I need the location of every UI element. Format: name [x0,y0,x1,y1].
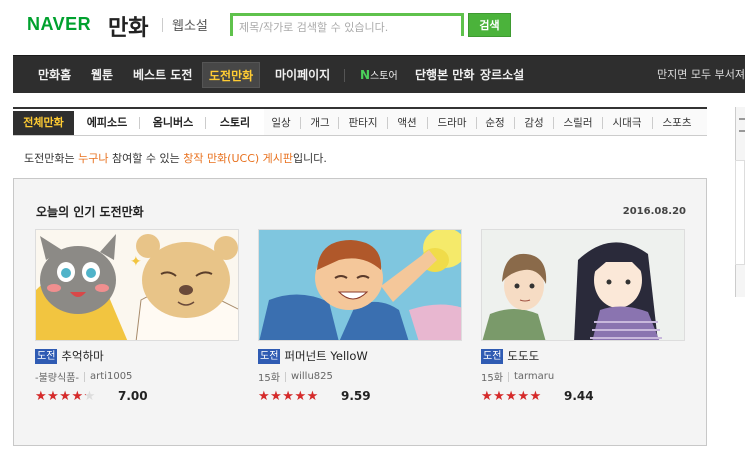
comic-card[interactable]: 도전 도도도 15화 tarmaru ★★★★★ ★★★★★ 9.44 [481,229,685,403]
nav-separator [344,69,345,82]
rating-stars: ★★★★★ ★★★★★ [258,390,331,403]
main-nav: 만화홈 웹툰 베스트 도전 도전만화 마이페이지 N스토어 단행본 만화 장르소… [13,55,745,93]
genre-separator [602,117,603,129]
nstore-logo: N [360,68,371,82]
sub-nav: 전체만화 에피소드 옴니버스 스토리 일상 개그 판타지 액션 드라마 순정 감… [13,107,707,136]
comic-title[interactable]: 추억하마 [61,348,103,364]
meta-separator [507,371,509,382]
challenge-tag: 도전 [35,348,58,364]
genre-historical[interactable]: 시대극 [606,111,648,135]
challenge-tag: 도전 [258,348,281,364]
genre-separator [427,117,428,129]
tab-story[interactable]: 스토리 [209,111,261,135]
tab-all-comics[interactable]: 전체만화 [13,111,74,135]
desc-highlight-anyone: 누구나 [78,152,109,165]
genre-daily[interactable]: 일상 [266,111,296,135]
genre-drama[interactable]: 드라마 [431,111,473,135]
genre-gag[interactable]: 개그 [305,111,335,135]
comic-title[interactable]: 도도도 [507,348,539,364]
desc-text: 입니다. [293,152,327,165]
tab-separator [139,117,140,129]
genre-separator [476,117,477,129]
tab-separator [205,117,206,129]
challenge-description: 도전만화는 누구나 참여할 수 있는 창작 만화(UCC) 게시판입니다. [24,150,327,166]
search-box [230,13,464,36]
comic-thumbnail[interactable]: ✦ [35,229,239,341]
rating-score: 7.00 [118,389,148,403]
comic-card[interactable]: ✦ 도전 추억하마 -불량식품- arti1005 ★★★★★ ★★★★★ 7.… [35,229,239,403]
genre-separator [300,117,301,129]
comic-episode: -불량식품- [35,373,80,384]
side-tick [739,130,745,132]
nav-promo-text[interactable]: 만지면 모두 부서져 [657,56,745,94]
desc-text: 도전만화는 [24,152,79,165]
comic-thumbnail[interactable] [481,229,685,341]
genre-separator [553,117,554,129]
rating-score: 9.44 [564,389,594,403]
side-banner[interactable] [735,160,745,265]
nav-item-mypage[interactable]: 마이페이지 [275,56,330,94]
genre-separator [514,117,515,129]
comic-author[interactable]: willu825 [291,371,333,382]
comic-episode: 15화 [258,373,280,384]
genre-separator [652,117,653,129]
nav-item-challenge-comic[interactable]: 도전만화 [202,62,261,88]
genre-thriller[interactable]: 스릴러 [557,111,599,135]
star-filled-icon: ★★★★★ [35,389,86,403]
header-divider [162,18,163,32]
genre-sports[interactable]: 스포츠 [656,111,698,135]
genre-action[interactable]: 액션 [391,111,423,135]
page: { "header": { "logo": "NAVER", "service"… [0,0,745,473]
side-tick [739,118,745,120]
tab-omnibus[interactable]: 옴니버스 [143,111,203,135]
nav-item-nstore[interactable]: N스토어 [360,56,398,94]
service-title[interactable]: 만화 [108,10,148,42]
genre-fantasy[interactable]: 판타지 [342,111,384,135]
comic-episode: 15화 [481,373,503,384]
nav-item-books[interactable]: 단행본 만화 [415,56,474,94]
comic-title[interactable]: 퍼머넌트 YelloW [284,348,367,364]
desc-highlight-ucc: 창작 만화(UCC) 게시판 [183,152,294,165]
panel-date: 2016.08.20 [622,206,686,217]
comic-thumbnail[interactable] [258,229,462,341]
search-input[interactable] [233,19,461,36]
search-button[interactable]: 검색 [468,13,511,37]
tab-episode[interactable]: 에피소드 [77,111,137,135]
comic-author[interactable]: tarmaru [514,371,554,382]
nstore-label: 스토어 [370,71,398,82]
nav-item-best-challenge[interactable]: 베스트 도전 [133,56,192,94]
meta-separator [284,371,286,382]
star-filled-icon: ★★★★★ [258,389,319,403]
svg-text:✦: ✦ [130,254,142,270]
star-filled-icon: ★★★★★ [481,389,542,403]
nav-item-comic-home[interactable]: 만화홈 [38,56,71,94]
comic-author[interactable]: arti1005 [90,371,132,382]
rating-stars: ★★★★★ ★★★★★ [481,390,554,403]
panel-title: 오늘의 인기 도전만화 [36,205,144,219]
genre-emotion[interactable]: 감성 [518,111,550,135]
genre-separator [338,117,339,129]
challenge-tag: 도전 [481,348,504,364]
meta-separator [84,371,86,382]
nav-item-webtoon[interactable]: 웹툰 [91,56,113,94]
comic-card[interactable]: 도전 퍼머넌트 YelloW 15화 willu825 ★★★★★ ★★★★★ … [258,229,462,403]
desc-text: 참여할 수 있는 [108,152,184,165]
webnovel-link[interactable]: 웹소설 [172,15,208,34]
rating-stars: ★★★★★ ★★★★★ [35,390,108,403]
naver-logo[interactable]: NAVER [27,14,91,35]
genre-romance[interactable]: 순정 [480,111,510,135]
rating-score: 9.59 [341,389,371,403]
popular-today-panel: 오늘의 인기 도전만화 2016.08.20 ✦ 도전 추억하마 -불량식품- … [13,178,707,446]
nav-item-genre-novel[interactable]: 장르소설 [480,56,524,94]
genre-separator [387,117,388,129]
